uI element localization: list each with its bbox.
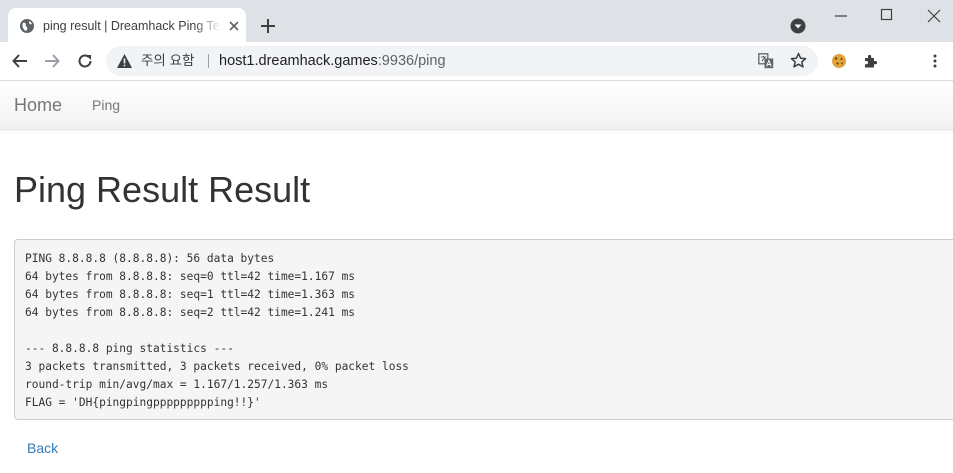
star-icon[interactable] (790, 52, 807, 69)
window-close-icon[interactable] (926, 8, 942, 24)
output-line: FLAG = 'DH{pingpingppppppppping!!}' (25, 396, 261, 409)
address-bar[interactable]: 주의 요함 host1.dreamhack.games:9936/ping (106, 46, 818, 76)
page-title: Ping Result Result (14, 169, 311, 210)
minimize-icon[interactable] (834, 9, 848, 23)
back-link[interactable]: Back (27, 440, 58, 457)
output-line: 64 bytes from 8.8.8.8: seq=2 ttl=42 time… (25, 306, 356, 319)
output-line: 64 bytes from 8.8.8.8: seq=0 ttl=42 time… (25, 270, 356, 283)
reload-icon[interactable] (76, 52, 94, 70)
output-line: --- 8.8.8.8 ping statistics --- (25, 342, 234, 355)
url-host: host1.dreamhack.games (219, 53, 378, 69)
kebab-menu-icon[interactable] (927, 53, 943, 69)
browser-toolbar: 주의 요함 host1.dreamhack.games:9936/ping (0, 42, 953, 81)
url-path: :9936/ping (377, 53, 446, 69)
browser-tab[interactable]: ping result | Dreamhack Ping Tester (8, 8, 246, 42)
output-line: 64 bytes from 8.8.8.8: seq=1 ttl=42 time… (25, 288, 356, 301)
globe-icon (20, 19, 34, 33)
puzzle-icon[interactable] (862, 53, 879, 70)
output-line: 3 packets transmitted, 3 packets receive… (25, 360, 409, 373)
output-line: round-trip min/avg/max = 1.167/1.257/1.3… (25, 378, 329, 391)
warning-triangle-icon[interactable] (116, 53, 133, 69)
url-text[interactable]: host1.dreamhack.games:9936/ping (219, 53, 446, 69)
dropdown-circle-icon[interactable] (789, 17, 807, 35)
site-navbar: Home Ping (0, 81, 953, 130)
translate-icon[interactable] (758, 53, 774, 69)
maximize-icon[interactable] (880, 8, 894, 22)
arrow-left-icon[interactable] (11, 52, 29, 70)
arrow-right-icon[interactable] (43, 52, 61, 70)
output-line: PING 8.8.8.8 (8.8.8.8): 56 data bytes (25, 252, 275, 265)
tab-strip: ping result | Dreamhack Ping Tester (0, 0, 953, 42)
plus-icon[interactable] (258, 16, 278, 36)
ping-output: PING 8.8.8.8 (8.8.8.8): 56 data bytes 64 … (14, 239, 953, 420)
tab-title: ping result | Dreamhack Ping Tester (43, 19, 221, 33)
navbar-brand-home[interactable]: Home (14, 95, 62, 115)
cookie-icon[interactable] (831, 53, 847, 69)
close-icon[interactable] (226, 18, 242, 34)
nav-link-ping[interactable]: Ping (92, 97, 120, 113)
address-divider (208, 54, 209, 68)
security-status[interactable]: 주의 요함 (141, 53, 194, 69)
